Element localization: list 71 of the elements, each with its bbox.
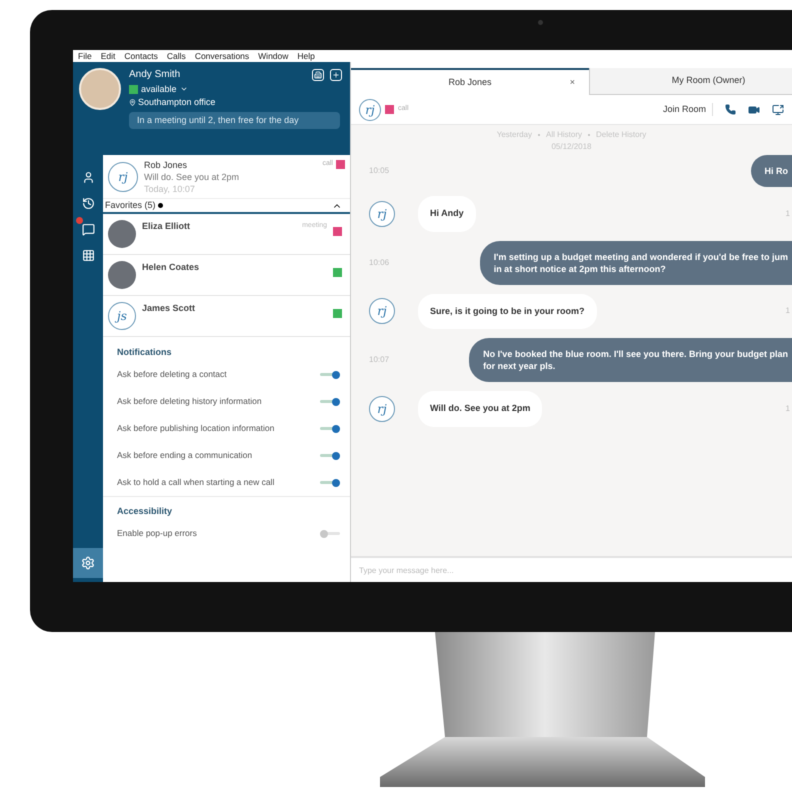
conversation-tab[interactable]: My Room (Owner): [589, 68, 792, 95]
received-message-bubble: Will do. See you at 2pm: [418, 391, 542, 426]
favorites-header[interactable]: Favorites (5): [103, 199, 350, 214]
location-pin-icon: [129, 98, 136, 106]
message-time: Today, 10:07: [144, 182, 196, 194]
setting-label: Ask before ending a communication: [117, 449, 252, 462]
user-name: Andy Smith: [129, 68, 180, 82]
message-time: 10:05: [369, 165, 390, 177]
setting-label: Ask before publishing location information: [117, 422, 274, 435]
section-title: Accessibility: [117, 505, 174, 518]
last-message: Will do. See you at 2pm: [144, 170, 240, 182]
menu-item[interactable]: Window: [258, 50, 288, 62]
toggle-switch[interactable]: [320, 424, 340, 433]
history-icon[interactable]: [80, 195, 96, 211]
contact-name: Eliza Elliott: [142, 220, 192, 233]
menu-item[interactable]: File: [78, 50, 92, 62]
message-time: 1: [786, 208, 791, 220]
settings-icon[interactable]: [73, 548, 103, 578]
favorite-contact[interactable]: js James Scott: [103, 296, 350, 337]
message-time: 1: [786, 402, 791, 415]
photo-placeholder: [79, 68, 121, 110]
dialpad-icon[interactable]: [80, 247, 96, 263]
join-room-button[interactable]: Join Room: [662, 102, 713, 116]
close-tab-button[interactable]: ×: [570, 76, 575, 90]
photo-placeholder: [108, 220, 136, 248]
notification-badge: [76, 217, 83, 224]
section-title: Notifications: [117, 346, 173, 359]
contact-name: Helen Coates: [142, 261, 200, 274]
setting-label: Ask before deleting history information: [117, 395, 262, 408]
toggle-switch[interactable]: [320, 478, 340, 487]
favorites-title: Favorites (5): [105, 198, 156, 212]
menu-item[interactable]: Contacts: [124, 50, 158, 62]
location-text: Southampton office: [138, 96, 216, 108]
toggle-switch[interactable]: [320, 370, 340, 379]
received-message-bubble: Sure, is it going to be in your room?: [418, 294, 597, 329]
sent-message-bubble: Hi Ro: [750, 155, 792, 187]
initials-avatar: rj: [359, 98, 381, 120]
add-icon[interactable]: [330, 69, 342, 81]
contact-name: Rob Jones: [144, 158, 188, 170]
setting-label: Ask to hold a call when starting a new call: [117, 476, 274, 489]
message-time: 10:06: [369, 256, 390, 268]
photo-placeholder: [108, 261, 136, 289]
status-dropdown[interactable]: available: [141, 83, 188, 95]
chevron-down-icon: [180, 85, 188, 93]
status-note[interactable]: In a meeting until 2, then free for the day: [129, 112, 340, 129]
menu-item[interactable]: Calls: [166, 50, 186, 62]
sent-message-bubble: No I've booked the blue room. I'll see you there. Bring your budget plan for next year pls.: [469, 338, 792, 382]
toggle-switch[interactable]: [320, 451, 340, 460]
contact-name: James Scott: [142, 302, 196, 315]
screen-share-icon[interactable]: [772, 104, 784, 116]
setting-label: Ask before deleting a contact: [117, 368, 227, 381]
message-time: 10:07: [369, 354, 390, 366]
menu-item[interactable]: Conversations: [194, 50, 250, 62]
message-time: 1: [786, 305, 791, 318]
initials-avatar: rj: [369, 200, 395, 227]
toggle-switch[interactable]: [320, 529, 340, 538]
menu-item[interactable]: Help: [297, 50, 315, 62]
initials-avatar: js: [108, 302, 136, 330]
received-message-bubble: Hi Andy: [418, 196, 476, 232]
toggle-switch[interactable]: [320, 397, 340, 406]
initials-avatar: rj: [108, 162, 138, 192]
setting-label: Enable pop-up errors: [117, 527, 197, 540]
building-icon[interactable]: [312, 69, 324, 81]
sent-message-bubble: I'm setting up a budget meeting and wondered if you'd be free to jum in at short notice at 2pm this afternoon?: [480, 240, 792, 284]
menu-item[interactable]: Edit: [100, 50, 116, 62]
initials-avatar: rj: [369, 298, 395, 324]
phone-icon[interactable]: [725, 104, 736, 115]
camera-icon: [538, 20, 543, 25]
initials-avatar: rj: [369, 396, 395, 422]
favorite-contact[interactable]: Helen Coates: [103, 255, 350, 296]
video-icon[interactable]: [748, 104, 760, 116]
